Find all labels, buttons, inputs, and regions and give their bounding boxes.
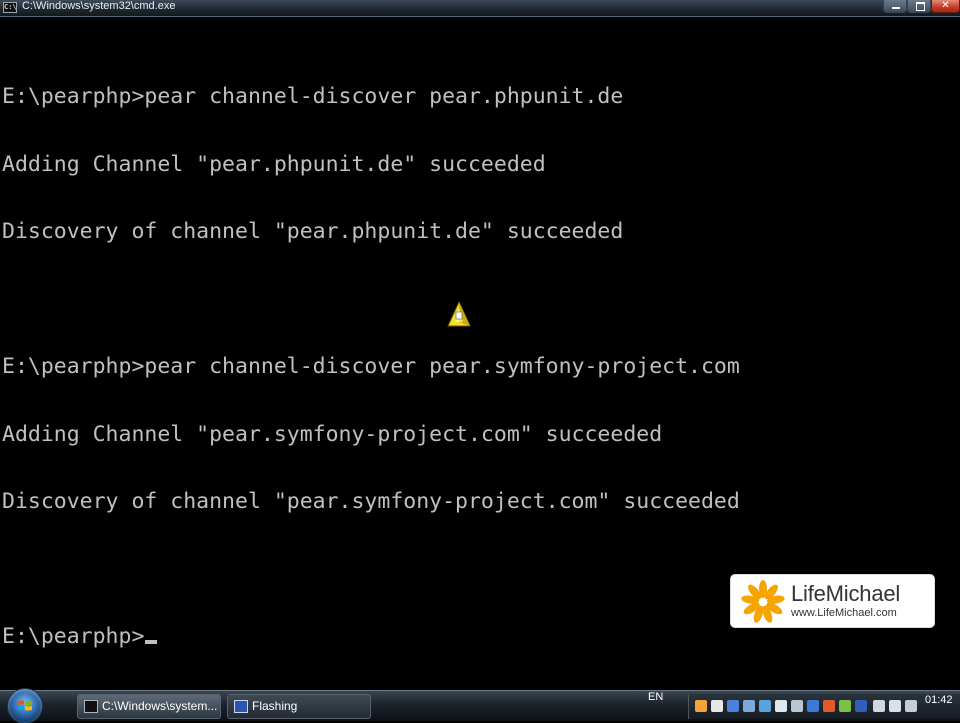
console-output[interactable]: E:\pearphp>pear channel-discover pear.ph…	[2, 41, 952, 661]
tray-app-icon[interactable]	[759, 700, 771, 712]
close-icon: ✕	[941, 0, 950, 11]
console-line: E:\pearphp>pear channel-discover pear.sy…	[2, 354, 740, 379]
network-icon[interactable]	[873, 700, 885, 712]
volume-icon[interactable]	[889, 700, 901, 712]
flash-icon	[234, 700, 248, 713]
tray-app-icon[interactable]	[791, 700, 803, 712]
console-line: Adding Channel "pear.phpunit.de" succeed…	[2, 151, 546, 177]
taskbar-button-cmd[interactable]: C:\Windows\system...	[77, 694, 221, 719]
minimize-icon	[884, 0, 906, 12]
tray-app-icon[interactable]	[711, 700, 723, 712]
tray-app-icon[interactable]	[727, 700, 739, 712]
tray-app-icon[interactable]	[855, 700, 867, 712]
taskbar-button-label: Flashing	[252, 699, 298, 713]
lifemichael-logo: LifeMichael www.LifeMichael.com	[731, 575, 934, 627]
tray-app-icon[interactable]	[695, 700, 707, 712]
tray-app-icon[interactable]	[743, 700, 755, 712]
console-icon	[84, 700, 98, 713]
minimize-button[interactable]	[883, 0, 907, 13]
console-prompt-line[interactable]: E:\pearphp>	[2, 624, 952, 649]
console-prompt: E:\pearphp>	[2, 624, 145, 649]
flower-logo-icon	[741, 580, 785, 623]
maximize-icon	[908, 0, 930, 12]
windows-logo-icon	[18, 700, 32, 711]
taskbar-button-flashing[interactable]: Flashing	[227, 694, 371, 719]
language-indicator[interactable]: EN	[648, 691, 663, 721]
taskbar-button-label: C:\Windows\system...	[102, 699, 218, 713]
tray-app-icon[interactable]	[823, 700, 835, 712]
text-cursor	[145, 640, 158, 644]
console-line: Discovery of channel "pear.symfony-proje…	[2, 489, 740, 514]
maximize-button[interactable]	[907, 0, 931, 13]
taskbar: C:\Windows\system... Flashing EN 01:42	[0, 689, 960, 723]
system-tray: 01:42	[688, 694, 960, 719]
logo-brand: LifeMichael	[791, 581, 901, 606]
clock[interactable]: 01:42	[925, 694, 953, 719]
busy-cursor-icon	[447, 300, 471, 327]
start-button[interactable]	[8, 689, 42, 723]
console-line: Discovery of channel "pear.phpunit.de" s…	[2, 219, 624, 244]
console-icon[interactable]: C:\	[3, 2, 17, 13]
console-line: E:\pearphp>pear channel-discover pear.ph…	[2, 84, 624, 109]
tray-app-icon[interactable]	[839, 700, 851, 712]
window-title: C:\Windows\system32\cmd.exe	[22, 0, 176, 12]
console-line: Adding Channel "pear.symfony-project.com…	[2, 421, 663, 447]
close-button[interactable]: ✕	[931, 0, 960, 13]
tray-app-icon[interactable]	[807, 700, 819, 712]
power-icon[interactable]	[905, 700, 917, 712]
window-title-bar[interactable]: C:\ C:\Windows\system32\cmd.exe ✕	[0, 0, 960, 17]
tray-app-icon[interactable]	[775, 700, 787, 712]
logo-url: www.LifeMichael.com	[791, 607, 897, 619]
